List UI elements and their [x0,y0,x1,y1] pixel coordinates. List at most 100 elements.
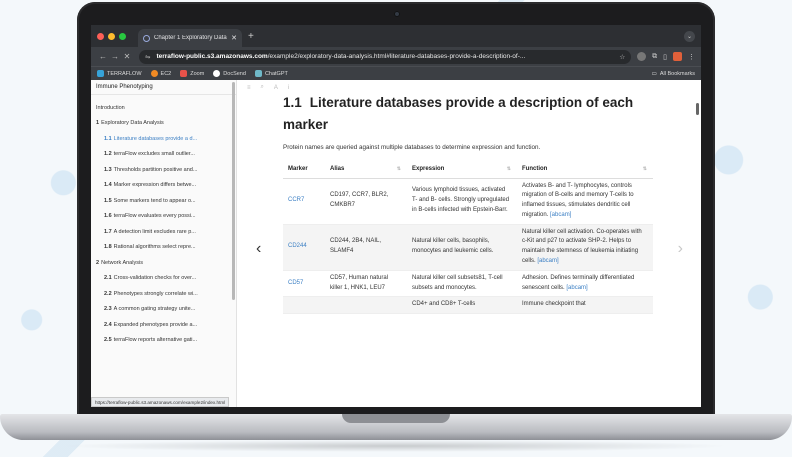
folder-icon: ▭ [651,70,657,77]
toc-item-label: terraFlow evaluates every possi... [113,213,196,220]
toc-item[interactable]: 2.3 A common gating strategy unite... [91,302,236,318]
bookmark-terraflow[interactable]: TERRAFLOW [97,70,142,77]
reload-icon[interactable]: ✕ [121,52,133,61]
table-cell: Various lymphoid tissues, activated T- a… [407,178,517,225]
toc-item-number: 1.2 [104,151,112,158]
expression-cell: Natural killer cells, basophils, monocyt… [412,238,494,255]
toc-item-number: 2.3 [104,306,112,313]
site-info-icon[interactable]: ⇋ [145,53,150,61]
bookmark-zoom[interactable]: Zoom [180,70,204,77]
toc-item[interactable]: 1 Exploratory Data Analysis [91,116,236,132]
toc-item-number: 2.5 [104,337,112,344]
bookmark-docsend[interactable]: DocSend [213,70,246,77]
toc-item[interactable]: 2.2 Phenotypes strongly correlate wi... [91,286,236,302]
close-window-button[interactable] [97,32,104,40]
book-title[interactable]: Immune Phenotyping [91,80,236,95]
toc-item[interactable]: 1.7 A detection limit excludes rare p... [91,224,236,240]
bookmark-ec2[interactable]: EC2 [150,70,171,77]
menu-kebab-icon[interactable]: ⋮ [688,53,695,61]
browser-tab[interactable]: Chapter 1 Exploratory Data A ✕ [138,29,242,47]
marker-table: Marker Alias ⇅ Expression ⇅ Function ⇅ CCR7… [283,161,653,315]
toc-sidebar: Immune Phenotyping Introduction 1 Explorat… [91,80,237,407]
alias-cell: CD244, 2B4, NAIL, SLAMF4 [330,238,382,255]
toc-item[interactable]: 2.5 terraFlow reports alternative gati... [91,333,236,349]
toc-item[interactable]: 2.4 Expanded phenotypes provide a... [91,317,236,333]
url-path: /example2/exploratory-data-analysis.html… [267,53,526,60]
sort-icon: ⇅ [506,166,511,173]
search-icon[interactable]: ⌕ [261,84,264,91]
toc-item[interactable]: 1.4 Marker expression differs betwe... [91,178,236,194]
sort-icon: ⇅ [642,166,647,173]
menu-icon[interactable]: ≡ [247,85,251,91]
toc-item-label: Network Analysis [101,259,143,266]
expression-cell: Various lymphoid tissues, activated T- a… [412,187,510,213]
marker-link[interactable]: CD244 [288,243,307,249]
toc-item-label: Cross-validation checks for over... [113,275,197,282]
maximize-window-button[interactable] [119,32,126,40]
new-tab-button[interactable]: + [248,31,254,42]
expression-cell: CD4+ and CD8+ T-cells [412,301,476,308]
extensions-puzzle-icon[interactable]: ⧉ [652,53,657,61]
all-bookmarks-button[interactable]: ▭ All Bookmarks [652,71,695,77]
forward-icon[interactable]: → [109,52,121,61]
bookmark-star-icon[interactable]: ☆ [619,53,625,61]
next-page-button[interactable]: › [678,240,683,258]
previous-page-button[interactable]: ‹ [256,240,261,258]
table-row: CD244 CD244, 2B4, NAIL, SLAMF4 Natural kil… [283,224,653,271]
column-header-expression[interactable]: Expression ⇅ [407,161,517,179]
toc-item-label: Some markers tend to appear o... [113,197,196,204]
docsend-icon [213,70,221,77]
toc-item-number: 2 [96,259,100,266]
tab-search-icon[interactable]: ⌄ [684,30,695,42]
toc-item[interactable]: 1.5 Some markers tend to appear o... [91,193,236,209]
column-header-function[interactable]: Function ⇅ [517,161,653,179]
column-header-marker[interactable]: Marker [283,161,325,179]
table-cell: CCR7 [283,178,325,225]
toc-item[interactable]: Introduction [91,100,236,116]
info-icon[interactable]: i [288,85,289,91]
back-icon[interactable]: ← [97,52,109,61]
sidepanel-icon[interactable]: ▯ [663,53,667,61]
toc-item[interactable]: 2 Network Analysis [91,255,236,271]
toc-item-number: 2.4 [104,321,112,328]
profile-avatar[interactable] [673,52,682,61]
minimize-window-button[interactable] [108,32,115,40]
abcam-link[interactable]: [abcam] [550,212,571,218]
url-input[interactable]: ⇋ terraflow-public.s3.amazonaws.com/exam… [139,49,632,64]
toc-item-label: terraFlow excludes small outlier... [113,151,195,158]
toc-item[interactable]: 1.8 Rational algorithms select repre... [91,240,236,256]
bookmark-chatgpt[interactable]: ChatGPT [254,70,288,77]
marker-link[interactable]: CCR7 [288,197,304,203]
function-cell: Activates B- and T- lymphocytes, control… [522,182,634,218]
toc-item-number: 1.8 [104,244,112,251]
abcam-link[interactable]: [abcam] [566,285,587,291]
toc-item[interactable]: 1.2 terraFlow excludes small outlier... [91,147,236,163]
toc-item-label: Exploratory Data Analysis [101,120,164,127]
page-scrollbar[interactable] [696,103,699,115]
toc-item-number: 1.3 [104,166,112,173]
toc-item-number: 2.1 [104,275,112,282]
toc-item[interactable]: 2.1 Cross-validation checks for over... [91,271,236,287]
table-cell: CD244, 2B4, NAIL, SLAMF4 [325,224,407,271]
toc-item[interactable]: 1.1 Literature databases provide a d... [91,131,236,147]
table-cell: CD57 [283,270,325,298]
table-cell: CD4+ and CD8+ T-cells [407,296,517,315]
laptop-hinge-notch [342,414,450,423]
font-icon[interactable]: A [274,85,278,91]
address-bar-row: ← → ✕ ⇋ terraflow-public.s3.amazonaws.co… [91,47,701,66]
toc-item-number: 1 [96,120,100,127]
marker-link[interactable]: CD57 [288,280,303,286]
toc-item[interactable]: 1.3 Thresholds partition positive and... [91,162,236,178]
toc-item-label: A common gating strategy unite... [113,306,196,313]
sidebar-scrollbar[interactable] [232,82,235,300]
abcam-link[interactable]: [abcam] [537,258,558,264]
toc-item[interactable]: 1.6 terraFlow evaluates every possi... [91,209,236,225]
toc-item-label: Marker expression differs betwe... [113,182,197,189]
expression-cell: Natural killer cell subsets81, T-cell su… [412,274,503,291]
article: 1.1 Literature databases provide a descri… [283,92,655,315]
tab-close-icon[interactable]: ✕ [231,34,237,42]
extension-icon[interactable] [637,52,647,61]
function-cell: Immune checkpoint that [522,301,586,308]
alias-cell: CD197, CCR7, BLR2, CMKBR7 [330,192,389,209]
column-header-alias[interactable]: Alias ⇅ [325,161,407,179]
